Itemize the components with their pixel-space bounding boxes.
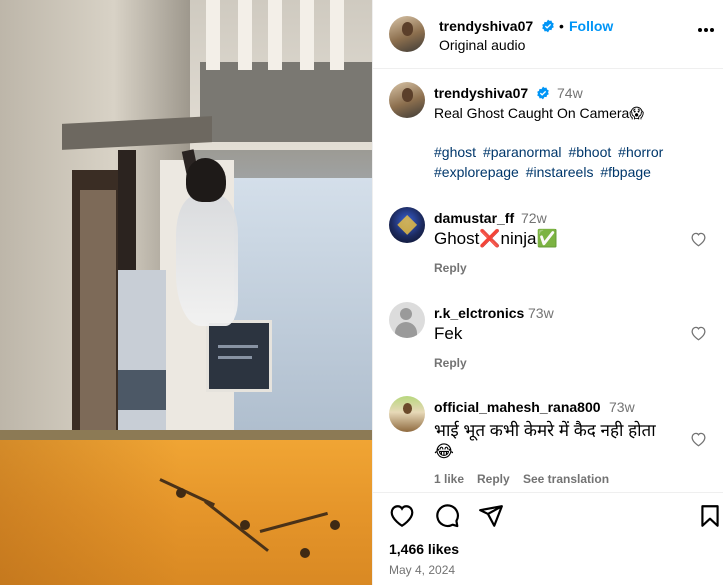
action-bar: 1,466 likes May 4, 2024 bbox=[373, 492, 723, 585]
comment-text: Fek bbox=[434, 324, 463, 343]
reel-video[interactable] bbox=[0, 0, 372, 585]
comment-icon[interactable] bbox=[434, 503, 460, 529]
comment-like-icon[interactable] bbox=[690, 231, 707, 247]
hashtag-link[interactable]: #ghost bbox=[434, 144, 476, 160]
comment-avatar[interactable] bbox=[389, 302, 425, 338]
video-figure-body bbox=[176, 196, 238, 326]
comment-time[interactable]: 72w bbox=[521, 210, 547, 226]
reply-button[interactable]: Reply bbox=[477, 472, 510, 486]
follow-button[interactable]: Follow bbox=[569, 18, 613, 34]
video-bright-wall bbox=[230, 178, 372, 440]
reply-button[interactable]: Reply bbox=[434, 356, 467, 370]
video-rooftop-shadow bbox=[200, 62, 372, 142]
reply-button[interactable]: Reply bbox=[434, 261, 467, 275]
video-wall-shadow bbox=[0, 440, 180, 585]
video-door-panel bbox=[80, 190, 116, 430]
video-inner-wall bbox=[118, 270, 166, 435]
comment-time[interactable]: 73w bbox=[609, 399, 635, 415]
hashtag-link[interactable]: #paranormal bbox=[483, 144, 562, 160]
video-sign-line bbox=[218, 345, 258, 348]
video-railing-post bbox=[206, 0, 220, 70]
caption-avatar[interactable] bbox=[389, 82, 425, 118]
author-username[interactable]: trendyshiva07 bbox=[439, 18, 533, 34]
verified-icon bbox=[542, 19, 554, 33]
hashtag-link[interactable]: #fbpage bbox=[600, 164, 651, 180]
comment-like-icon[interactable] bbox=[690, 325, 707, 341]
comment-like-icon[interactable] bbox=[690, 431, 707, 447]
video-plant-leaf bbox=[330, 520, 340, 530]
comment-avatar[interactable] bbox=[389, 396, 425, 432]
see-translation-link[interactable]: See translation bbox=[523, 472, 609, 486]
video-window bbox=[118, 370, 166, 410]
caption-text: Real Ghost Caught On Camera😱 bbox=[434, 105, 644, 121]
video-sign-line bbox=[218, 356, 252, 359]
more-icon[interactable] bbox=[698, 28, 714, 32]
hashtag-link[interactable]: #horror bbox=[618, 144, 663, 160]
video-railing-post bbox=[330, 0, 344, 70]
avatar[interactable] bbox=[389, 16, 425, 52]
comment-username[interactable]: official_mahesh_rana800 bbox=[434, 399, 601, 415]
verified-icon bbox=[537, 86, 549, 100]
heart-icon[interactable] bbox=[389, 503, 415, 529]
video-railing-post bbox=[300, 0, 314, 70]
post-header: trendyshiva07 • Follow Original audio bbox=[373, 0, 723, 69]
video-plant-leaf bbox=[240, 520, 250, 530]
comment-text: Ghost❌ninja✅ bbox=[434, 229, 558, 248]
bookmark-icon[interactable] bbox=[697, 503, 723, 529]
comment-emoji: 😂 bbox=[434, 442, 454, 461]
comment-avatar[interactable] bbox=[389, 207, 425, 243]
video-figure-head bbox=[186, 158, 226, 202]
hashtag-list: #ghost #paranormal #bhoot #horror #explo… bbox=[434, 142, 714, 182]
comment-text: भाई भूत कभी केमरे में कैद नही होता bbox=[434, 421, 656, 440]
post-date[interactable]: May 4, 2024 bbox=[389, 563, 455, 577]
hashtag-link[interactable]: #instareels bbox=[526, 164, 594, 180]
hashtag-link[interactable]: #explorepage bbox=[434, 164, 519, 180]
comment-time[interactable]: 73w bbox=[528, 305, 554, 321]
share-icon[interactable] bbox=[478, 503, 504, 529]
audio-label[interactable]: Original audio bbox=[439, 37, 525, 53]
video-railing-post bbox=[238, 0, 252, 70]
comment-username[interactable]: damustar_ff bbox=[434, 210, 514, 226]
video-railing-post bbox=[268, 0, 282, 70]
video-plant-leaf bbox=[300, 548, 310, 558]
comment-like-count[interactable]: 1 like bbox=[434, 472, 464, 486]
post-panel: trendyshiva07 • Follow Original audio tr… bbox=[372, 0, 723, 585]
caption-username[interactable]: trendyshiva07 bbox=[434, 85, 528, 101]
separator-dot: • bbox=[559, 18, 564, 34]
like-count[interactable]: 1,466 likes bbox=[389, 541, 459, 557]
comment-username[interactable]: r.k_elctronics bbox=[434, 305, 524, 321]
caption-time[interactable]: 74w bbox=[557, 85, 583, 101]
video-plant-leaf bbox=[176, 488, 186, 498]
hashtag-link[interactable]: #bhoot bbox=[568, 144, 611, 160]
